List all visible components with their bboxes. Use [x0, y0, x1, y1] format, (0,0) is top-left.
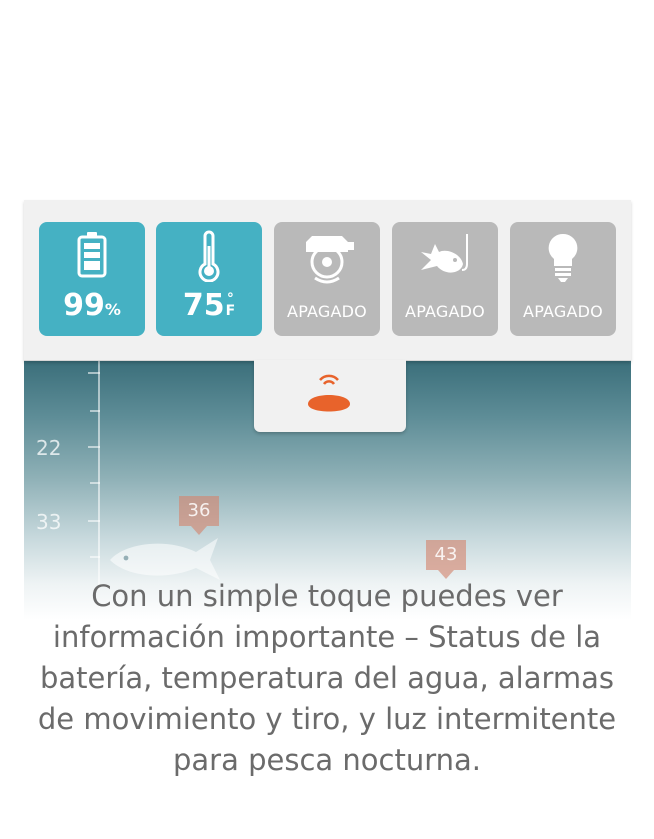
- depth-tick: [88, 520, 100, 522]
- sonar-device-icon: [308, 374, 350, 412]
- feature-caption: Con un simple toque puedes ver informaci…: [37, 579, 617, 777]
- battery-value: 99%: [63, 288, 121, 323]
- status-panel: 99% 75 ° F APAGADO APAGADO APAGADO: [24, 200, 631, 361]
- depth-tick: [88, 446, 100, 448]
- depth-label: 22: [36, 436, 62, 460]
- motion-alarm-status: APAGADO: [287, 302, 367, 321]
- thermometer-icon: [156, 230, 262, 286]
- water-temperature-value: 75 ° F: [182, 288, 236, 323]
- depth-tick: [90, 410, 100, 412]
- fish-alarm-tile[interactable]: APAGADO: [392, 222, 498, 336]
- light-bulb-icon: [510, 230, 616, 288]
- fish-alarm-status: APAGADO: [405, 302, 485, 321]
- fish-depth-tag: 43: [426, 540, 466, 579]
- depth-tick: [90, 556, 100, 558]
- depth-tick: [90, 482, 100, 484]
- motion-alarm-tile[interactable]: APAGADO: [274, 222, 380, 336]
- water-temperature-tile[interactable]: 75 ° F: [156, 222, 262, 336]
- panel-toggle-tab[interactable]: [254, 360, 406, 432]
- depth-label: 33: [36, 510, 62, 534]
- night-light-status: APAGADO: [523, 302, 603, 321]
- fish-depth-tag: 36: [179, 496, 219, 535]
- fish-alarm-icon: [392, 230, 498, 288]
- battery-tile[interactable]: 99%: [39, 222, 145, 336]
- motion-alarm-icon: [274, 230, 380, 290]
- battery-icon: [39, 230, 145, 282]
- night-light-tile[interactable]: APAGADO: [510, 222, 616, 336]
- depth-tick: [88, 372, 100, 374]
